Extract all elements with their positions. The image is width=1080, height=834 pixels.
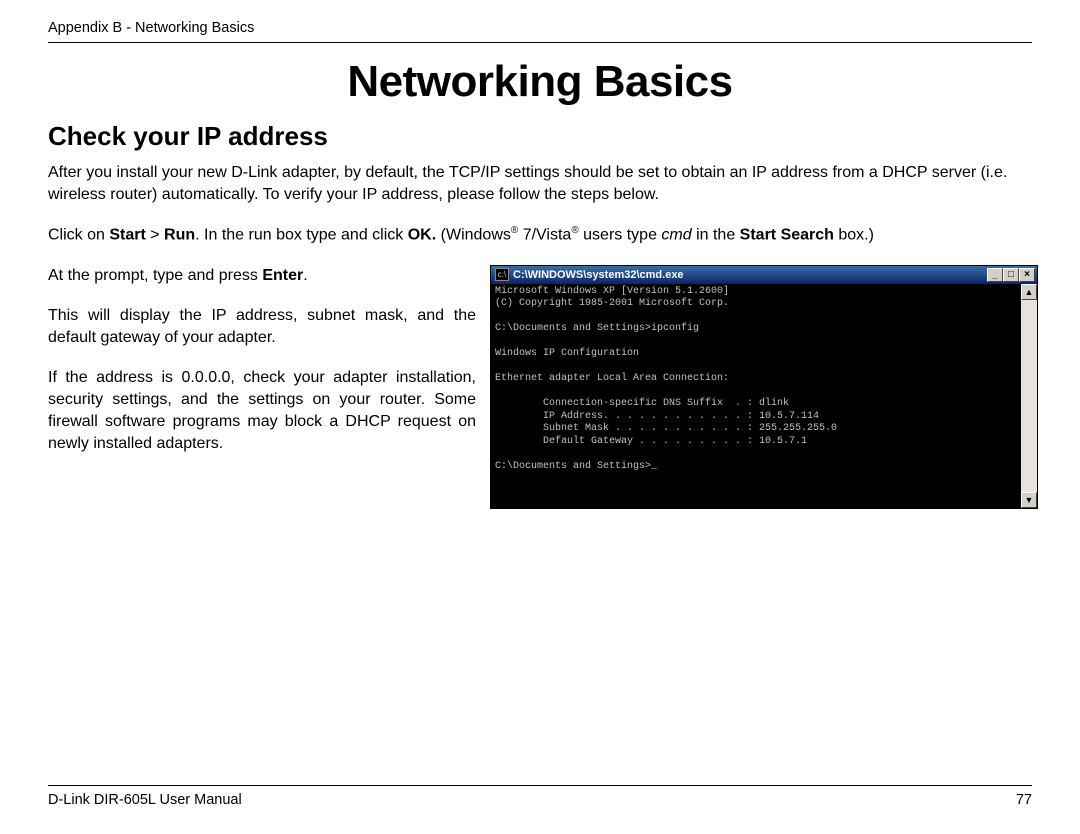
right-column: c:\ C:\WINDOWS\system32\cmd.exe _ □ × Mi… — [490, 265, 1038, 509]
start-bold: Start — [109, 226, 145, 243]
text: (Windows — [436, 226, 511, 243]
intro-paragraph: After you install your new D-Link adapte… — [48, 162, 1032, 206]
text: > — [146, 226, 164, 243]
enter-bold: Enter — [262, 267, 303, 284]
scrollbar[interactable]: ▲ ▼ — [1021, 284, 1037, 508]
registered-mark: ® — [571, 225, 578, 236]
run-bold: Run — [164, 226, 195, 243]
display-paragraph: This will display the IP address, subnet… — [48, 305, 476, 349]
text: users type — [579, 226, 662, 243]
section-heading: Check your IP address — [48, 121, 1032, 152]
text: At the prompt, type — [48, 267, 188, 284]
cmd-output: Microsoft Windows XP [Version 5.1.2600] … — [491, 284, 1021, 508]
text: box.) — [834, 226, 874, 243]
footer-left: D-Link DIR-605L User Manual — [48, 792, 242, 808]
text: . — [303, 267, 307, 284]
ok-bold: OK. — [408, 226, 436, 243]
maximize-button[interactable]: □ — [1003, 268, 1019, 282]
text: and click — [341, 226, 408, 243]
start-search-bold: Start Search — [740, 226, 834, 243]
scroll-track[interactable] — [1021, 300, 1037, 492]
cmd-title-text: C:\WINDOWS\system32\cmd.exe — [513, 269, 684, 281]
prompt-instruction: At the prompt, type and press Enter. — [48, 265, 476, 287]
page-footer: D-Link DIR-605L User Manual 77 — [48, 785, 1032, 808]
scroll-up-button[interactable]: ▲ — [1021, 284, 1037, 300]
close-button[interactable]: × — [1019, 268, 1035, 282]
cmd-icon: c:\ — [495, 268, 509, 281]
left-column: At the prompt, type and press Enter. Thi… — [48, 265, 476, 509]
text: and press — [188, 267, 263, 284]
text: . In the run box type — [195, 226, 341, 243]
page-title: Networking Basics — [48, 57, 1032, 107]
footer-page-number: 77 — [1016, 792, 1032, 808]
cmd-window: c:\ C:\WINDOWS\system32\cmd.exe _ □ × Mi… — [490, 265, 1038, 509]
scroll-down-button[interactable]: ▼ — [1021, 492, 1037, 508]
text: in the — [692, 226, 740, 243]
header-appendix: Appendix B - Networking Basics — [48, 20, 1032, 43]
cmd-italic: cmd — [661, 226, 691, 243]
minimize-button[interactable]: _ — [987, 268, 1003, 282]
troubleshoot-paragraph: If the address is 0.0.0.0, check your ad… — [48, 367, 476, 455]
text: Click on — [48, 226, 109, 243]
cmd-titlebar: c:\ C:\WINDOWS\system32\cmd.exe _ □ × — [491, 266, 1037, 284]
text: 7/Vista — [518, 226, 571, 243]
run-instruction: Click on Start > Run. In the run box typ… — [48, 224, 1032, 246]
